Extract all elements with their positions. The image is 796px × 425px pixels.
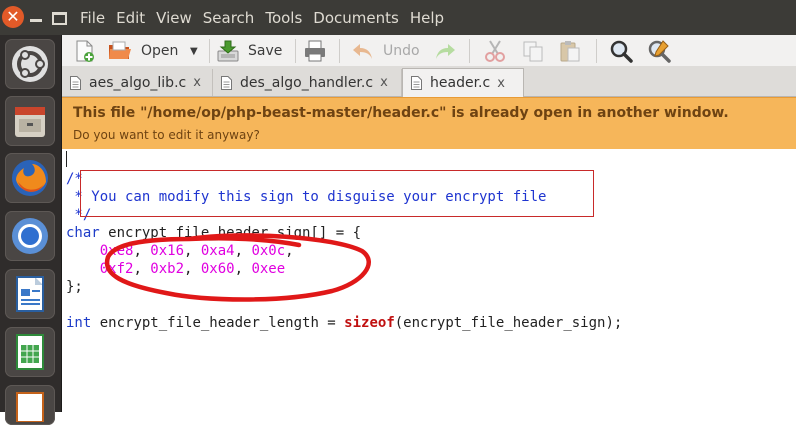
open-button[interactable]: Open [107,37,178,65]
text-file-icon [411,76,422,90]
ubuntu-dash-icon[interactable] [5,39,55,89]
minimize-icon[interactable] [30,8,42,24]
open-label: Open [141,43,179,59]
menu-tools[interactable]: Tools [265,9,302,27]
paste-icon [560,41,580,62]
tab-header-c[interactable]: header.c x [402,68,524,97]
tab-aes-algo-lib[interactable]: aes_algo_lib.c x [62,69,213,96]
unity-launcher [0,35,62,425]
infobar-title: This file "/home/op/php-beast-master/hea… [73,105,729,121]
menu-list: File Edit View Search Tools Documents He… [80,0,455,35]
copy-button[interactable] [521,37,545,65]
document-tabs: aes_algo_lib.c x des_algo_handler.c x he… [62,66,796,97]
tab-close-icon[interactable]: x [193,75,201,90]
toolbar-separator [209,39,210,63]
menu-documents[interactable]: Documents [313,9,399,27]
code-line-7: }; [66,279,83,295]
tab-des-algo-handler[interactable]: des_algo_handler.c x [213,69,402,96]
text-cursor [66,151,67,167]
toolbar-separator [295,39,296,63]
annotation-rectangle [80,170,594,217]
code-keyword-sizeof: sizeof [344,315,395,331]
main-toolbar: Open ▼ Save Undo [62,35,796,66]
search-button[interactable] [609,37,633,65]
tab-label: aes_algo_lib.c [89,74,187,91]
open-folder-icon [109,41,131,59]
tab-close-icon[interactable]: x [380,75,388,90]
save-icon [217,40,239,62]
maximize-icon[interactable] [52,12,67,25]
code-line-9: encrypt_file_header_length = [91,315,345,331]
tab-close-icon[interactable]: x [497,76,505,91]
close-icon[interactable]: ✕ [2,6,24,28]
cut-icon [485,40,505,62]
new-button[interactable] [72,37,96,65]
search-icon [610,40,633,63]
paste-button[interactable] [558,37,582,65]
firefox-icon[interactable] [5,153,55,203]
search-replace-icon [648,40,671,63]
tab-label: header.c [430,75,491,91]
code-keyword-int: int [66,315,92,331]
toolbar-separator [469,39,470,63]
undo-label: Undo [383,43,420,59]
redo-button[interactable] [433,37,457,65]
code-line-9-end: (encrypt_file_header_sign); [394,315,623,331]
toolbar-separator [596,39,597,63]
open-recent-dropdown[interactable]: ▼ [190,37,198,65]
text-file-icon [70,75,81,90]
menu-search[interactable]: Search [203,9,255,27]
save-label: Save [248,43,283,59]
undo-icon [353,44,372,59]
print-icon [305,40,325,62]
libreoffice-calc-icon[interactable] [5,327,55,377]
already-open-infobar: This file "/home/op/php-beast-master/hea… [62,97,796,150]
menu-help[interactable]: Help [410,9,444,27]
redo-icon [436,44,455,59]
cut-button[interactable] [483,37,507,65]
annotation-ellipse [104,233,371,302]
chromium-icon[interactable] [5,211,55,261]
libreoffice-impress-icon[interactable] [5,385,55,425]
libreoffice-writer-icon[interactable] [5,269,55,319]
menu-edit[interactable]: Edit [116,9,145,27]
text-file-icon [221,75,232,90]
infobar-subtitle: Do you want to edit it anyway? [73,128,260,142]
top-menu-bar: ✕ File Edit View Search Tools Documents … [0,0,796,35]
copy-icon [523,41,543,62]
tab-label: des_algo_handler.c [240,74,374,91]
file-manager-icon[interactable] [5,96,55,146]
save-button[interactable]: Save [216,37,282,65]
toolbar-separator [339,39,340,63]
undo-button[interactable]: Undo [351,37,420,65]
print-button[interactable] [303,37,327,65]
dropdown-arrow-icon: ▼ [190,45,198,57]
menu-view[interactable]: View [156,9,192,27]
search-replace-button[interactable] [647,37,671,65]
code-editor[interactable]: /* * You can modify this sign to disguis… [62,149,796,412]
menu-file[interactable]: File [80,9,105,27]
new-document-icon [76,40,94,62]
